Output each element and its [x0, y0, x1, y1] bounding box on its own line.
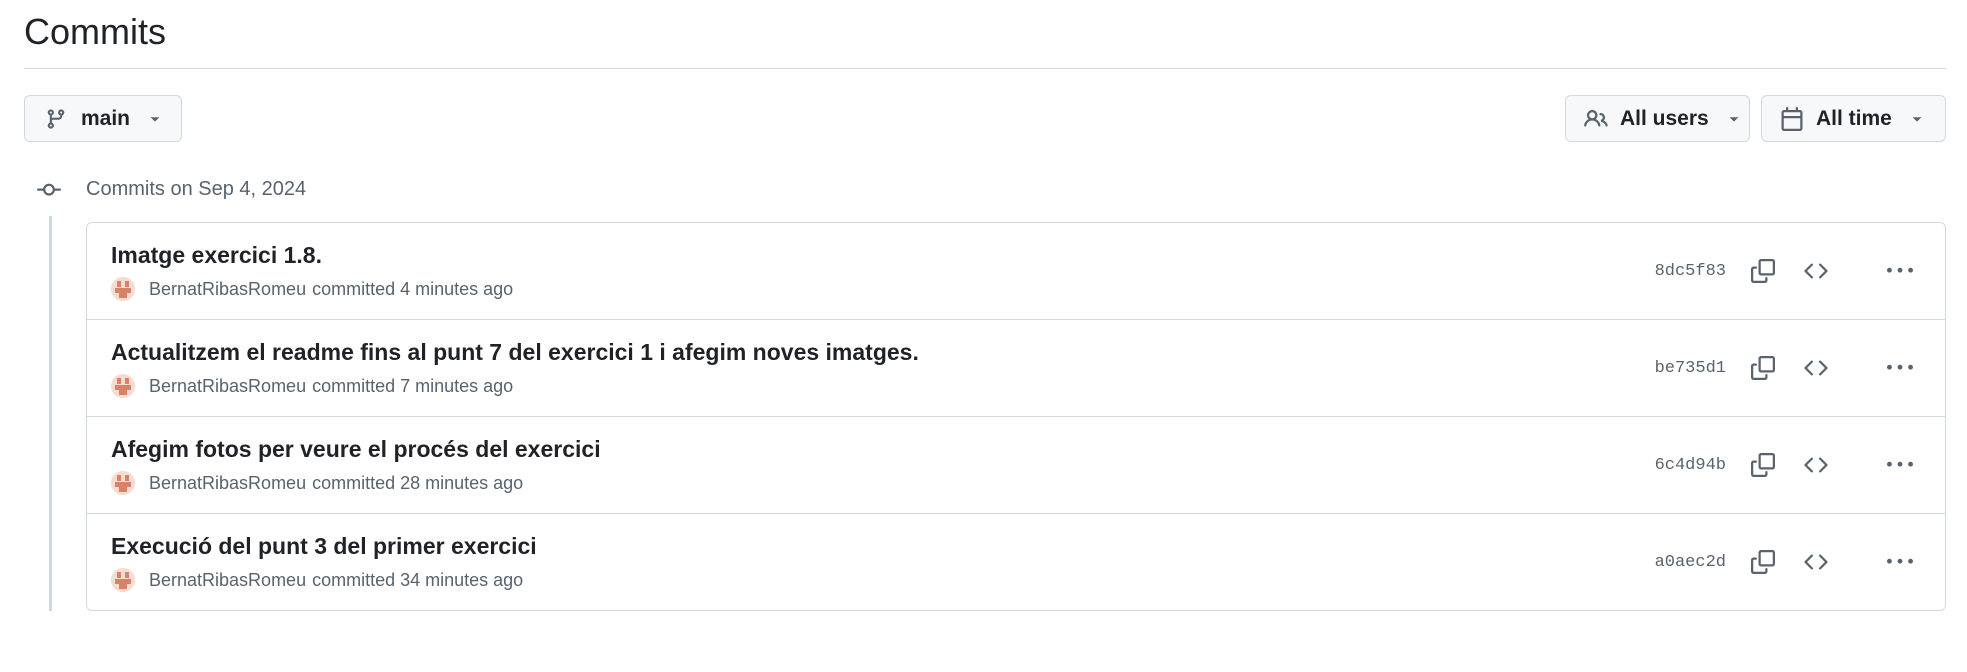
commit-sha-link[interactable]: 6c4d94b	[1655, 456, 1726, 475]
commit-date-heading: Commits on Sep 4, 2024	[86, 178, 307, 200]
git-commit-icon	[37, 178, 61, 207]
commit-time: committed 34 minutes ago	[312, 570, 524, 590]
commit-list: Imatge exercici 1.8. BernatRibasRomeu co…	[86, 222, 1946, 611]
author-link[interactable]: BernatRibasRomeu	[149, 471, 306, 495]
code-icon[interactable]	[1799, 254, 1833, 288]
time-filter-label: All time	[1816, 106, 1892, 130]
commit-meta: BernatRibasRomeu committed 7 minutes ago	[111, 374, 513, 398]
kebab-horizontal-icon[interactable]	[1883, 545, 1917, 579]
kebab-horizontal-icon[interactable]	[1883, 351, 1917, 385]
commit-title-link[interactable]: Afegim fotos per veure el procés del exe…	[111, 434, 601, 464]
commit-row: Afegim fotos per veure el procés del exe…	[87, 417, 1945, 514]
calendar-icon	[1780, 106, 1804, 131]
kebab-horizontal-icon[interactable]	[1883, 448, 1917, 482]
commit-time: committed 4 minutes ago	[312, 279, 514, 299]
commit-actions: 6c4d94b	[1655, 417, 1945, 513]
commit-row: Execució del punt 3 del primer exercici …	[87, 514, 1945, 611]
commit-actions: 8dc5f83	[1655, 223, 1945, 319]
commit-row: Imatge exercici 1.8. BernatRibasRomeu co…	[87, 223, 1945, 320]
commit-title-link[interactable]: Actualitzem el readme fins al punt 7 del…	[111, 337, 919, 367]
code-icon[interactable]	[1799, 448, 1833, 482]
commits-page: Commits main All users All time Commits …	[0, 0, 1967, 672]
people-icon	[1584, 107, 1608, 131]
copy-icon[interactable]	[1746, 448, 1780, 482]
commit-row: Actualitzem el readme fins al punt 7 del…	[87, 320, 1945, 417]
time-filter-button[interactable]: All time	[1761, 95, 1946, 142]
commit-sha-link[interactable]: be735d1	[1655, 359, 1726, 378]
avatar[interactable]	[111, 471, 135, 495]
branch-label: main	[81, 106, 131, 130]
copy-icon[interactable]	[1746, 351, 1780, 385]
author-link[interactable]: BernatRibasRomeu	[149, 277, 306, 301]
triangle-down-icon	[148, 112, 162, 126]
users-filter-button[interactable]: All users	[1565, 95, 1750, 142]
kebab-horizontal-icon[interactable]	[1883, 254, 1917, 288]
commit-sha-link[interactable]: a0aec2d	[1655, 553, 1726, 572]
triangle-down-icon	[1727, 112, 1741, 126]
copy-icon[interactable]	[1746, 545, 1780, 579]
users-filter-label: All users	[1620, 106, 1709, 130]
timeline-line	[49, 216, 52, 611]
commit-meta: BernatRibasRomeu committed 34 minutes ag…	[111, 568, 523, 592]
commit-time: committed 28 minutes ago	[312, 473, 524, 493]
code-icon[interactable]	[1799, 545, 1833, 579]
page-title: Commits	[24, 11, 166, 52]
commit-time: committed 7 minutes ago	[312, 376, 514, 396]
commit-title-link[interactable]: Execució del punt 3 del primer exercici	[111, 531, 537, 561]
commit-meta: BernatRibasRomeu committed 28 minutes ag…	[111, 471, 523, 495]
commit-actions: be735d1	[1655, 320, 1945, 416]
git-branch-icon	[45, 108, 67, 130]
author-link[interactable]: BernatRibasRomeu	[149, 568, 306, 592]
author-link[interactable]: BernatRibasRomeu	[149, 374, 306, 398]
title-divider	[24, 68, 1946, 69]
commit-actions: a0aec2d	[1655, 514, 1945, 610]
avatar[interactable]	[111, 277, 135, 301]
copy-icon[interactable]	[1746, 254, 1780, 288]
branch-selector-button[interactable]: main	[24, 95, 182, 142]
avatar[interactable]	[111, 374, 135, 398]
avatar[interactable]	[111, 568, 135, 592]
commit-title-link[interactable]: Imatge exercici 1.8.	[111, 240, 322, 270]
triangle-down-icon	[1910, 112, 1924, 126]
code-icon[interactable]	[1799, 351, 1833, 385]
commit-meta: BernatRibasRomeu committed 4 minutes ago	[111, 277, 513, 301]
commit-sha-link[interactable]: 8dc5f83	[1655, 262, 1726, 281]
